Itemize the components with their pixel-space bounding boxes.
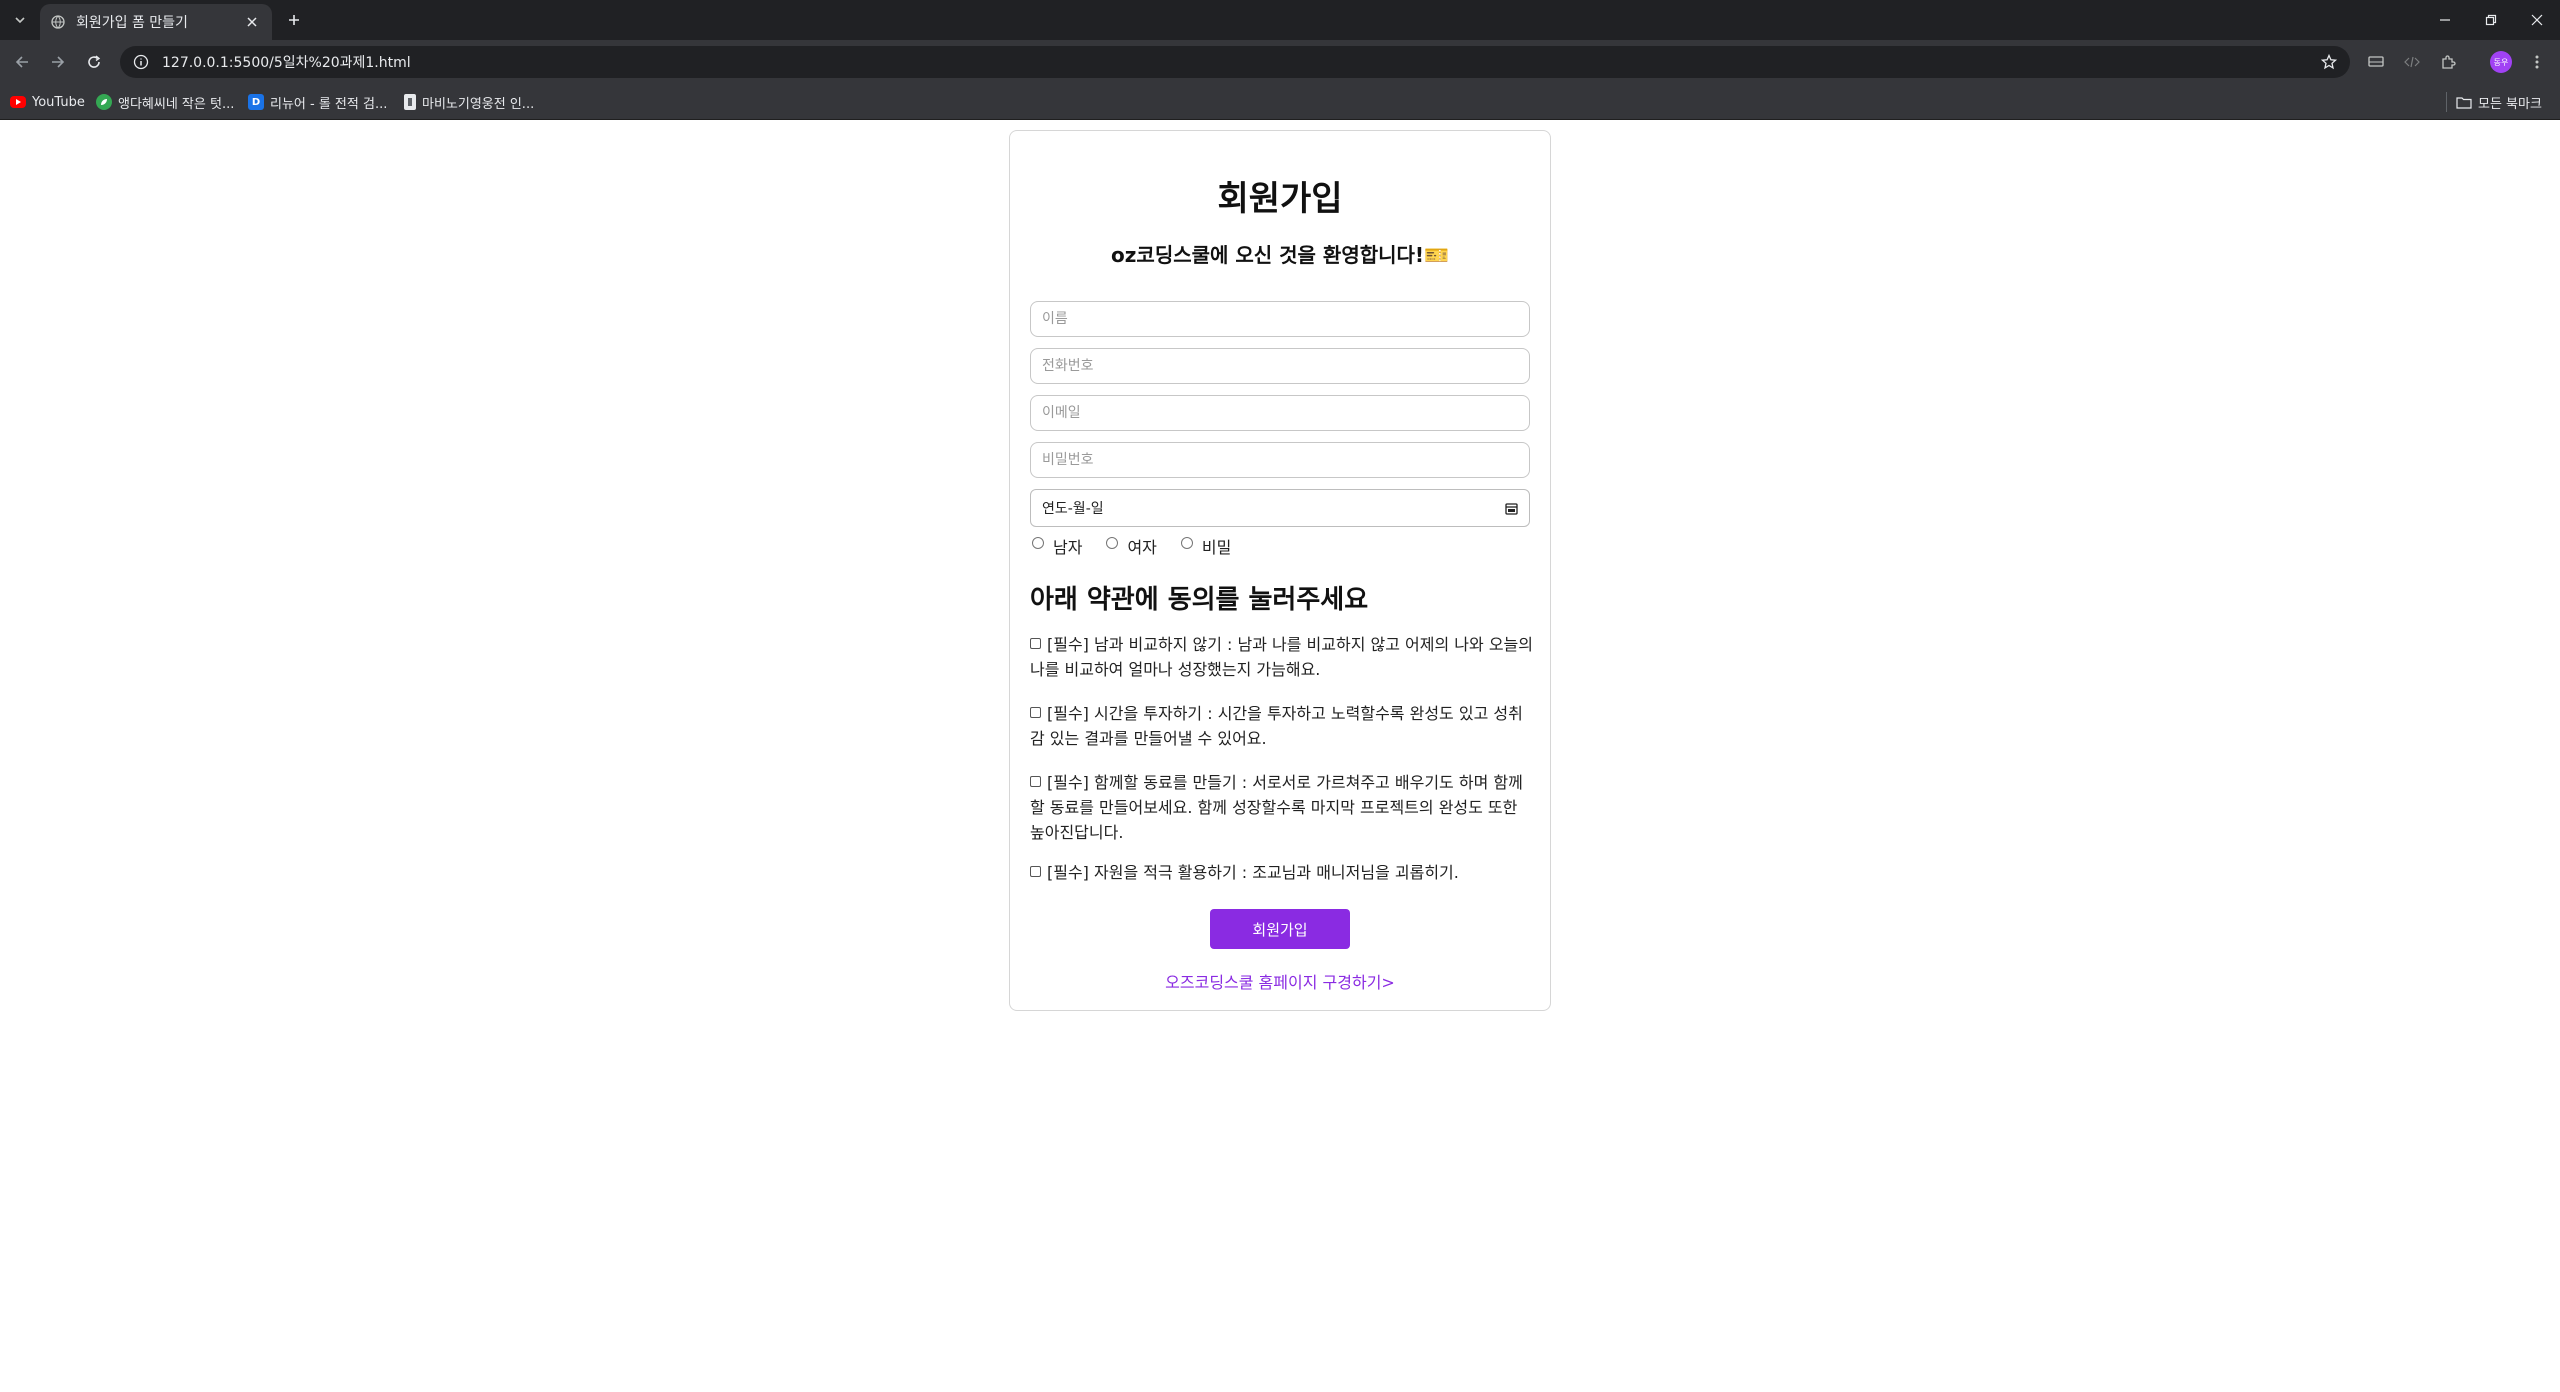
close-window-icon[interactable] — [2514, 4, 2560, 36]
profile-avatar[interactable]: 동우 — [2490, 51, 2512, 73]
site-info-icon[interactable] — [132, 53, 150, 71]
youtube-icon — [10, 96, 26, 108]
d-letter-icon: D — [248, 94, 264, 110]
menu-kebab-icon[interactable] — [2525, 50, 2549, 74]
date-placeholder: 연도-월-일 — [1042, 501, 1104, 517]
term-item: [필수] 시간을 투자하기 : 시간을 투자하고 노력할수록 완성도 있고 성취… — [1030, 701, 1535, 751]
browser-toolbar: 127.0.0.1:5500/5일차%20과제1.html — [0, 40, 2560, 84]
term-item: [필수] 함께할 동료를 만들기 : 서로서로 가르쳐주고 배우기도 하며 함께… — [1030, 770, 1535, 845]
bookmark-label: 리뉴어 - 롤 전적 검... — [270, 96, 388, 112]
globe-icon — [50, 14, 66, 30]
name-input[interactable] — [1030, 301, 1530, 337]
terms-heading: 아래 약관에 동의를 눌러주세요 — [1030, 585, 1369, 615]
gender-radio-male[interactable] — [1032, 537, 1044, 549]
bookmark-page-icon — [404, 94, 416, 110]
term-text: [필수] 시간을 투자하기 : 시간을 투자하고 노력할수록 완성도 있고 성취… — [1030, 704, 1523, 748]
minimize-icon[interactable] — [2422, 4, 2468, 36]
gender-radio-group: 남자 여자 비밀 — [1032, 535, 1255, 557]
all-bookmarks[interactable]: 모든 북마크 — [2456, 92, 2542, 112]
gender-label: 여자 — [1127, 538, 1157, 557]
bookmarks-divider — [2446, 92, 2447, 112]
bookmark-label: YouTube — [32, 94, 85, 110]
all-bookmarks-label: 모든 북마크 — [2478, 96, 2542, 112]
birthdate-input[interactable]: 연도-월-일 — [1030, 489, 1530, 527]
gender-radio-female[interactable] — [1106, 537, 1119, 549]
gender-radio-secret[interactable] — [1180, 537, 1193, 549]
tab-title: 회원가입 폼 만들기 — [76, 15, 188, 31]
term-text: [필수] 자원을 적극 활용하기 : 조교님과 매니저님을 괴롭히기. — [1047, 863, 1459, 882]
folder-icon — [2456, 95, 2472, 109]
tab-search-chevron-icon[interactable] — [6, 8, 34, 32]
phone-input[interactable] — [1030, 348, 1530, 384]
signup-form-card: 회원가입 oz코딩스쿨에 오신 것을 환영합니다!🎫 연도-월-일 남자 여자 … — [1009, 130, 1551, 1011]
term-checkbox[interactable] — [1030, 776, 1041, 787]
url-text[interactable]: 127.0.0.1:5500/5일차%20과제1.html — [162, 52, 411, 72]
gender-label: 비밀 — [1201, 538, 1232, 557]
tab-strip: 회원가입 폼 만들기 — [0, 0, 2560, 40]
leaf-icon — [96, 94, 112, 110]
bookmark-label: 앵다혜씨네 작은 텃... — [118, 96, 235, 112]
page-title: 회원가입 — [1217, 179, 1343, 219]
bookmark-garden[interactable]: 앵다혜씨네 작은 텃... — [96, 92, 234, 112]
term-checkbox[interactable] — [1030, 707, 1041, 718]
term-item: [필수] 남과 비교하지 않기 : 남과 나를 비교하지 않고 어제의 나와 오… — [1030, 632, 1535, 682]
term-text: [필수] 함께할 동료를 만들기 : 서로서로 가르쳐주고 배우기도 하며 함께… — [1030, 773, 1523, 842]
bookmark-mabinogi[interactable]: 마비노기영웅전 인... — [404, 92, 534, 112]
forward-arrow-icon[interactable] — [44, 48, 72, 76]
tab-close-icon[interactable] — [242, 12, 262, 32]
address-bar[interactable]: 127.0.0.1:5500/5일차%20과제1.html — [120, 46, 2350, 78]
reload-icon[interactable] — [80, 48, 108, 76]
extensions-puzzle-icon[interactable] — [2436, 50, 2460, 74]
active-tab[interactable]: 회원가입 폼 만들기 — [40, 4, 272, 40]
calendar-icon[interactable] — [1504, 501, 1518, 515]
bookmark-label: 마비노기영웅전 인... — [422, 96, 535, 112]
welcome-subtitle: oz코딩스쿨에 오신 것을 환영합니다!🎫 — [1111, 243, 1449, 267]
bookmark-lol-stats[interactable]: D 리뉴어 - 롤 전적 검... — [248, 92, 387, 112]
bookmarks-bar: YouTube 앵다혜씨네 작은 텃... D 리뉴어 - 롤 전적 검... … — [0, 84, 2560, 120]
code-extension-icon[interactable] — [2400, 50, 2424, 74]
bookmark-youtube[interactable]: YouTube — [10, 92, 85, 112]
term-item: [필수] 자원을 적극 활용하기 : 조교님과 매니저님을 괴롭히기. — [1030, 860, 1535, 885]
password-input[interactable] — [1030, 442, 1530, 478]
term-checkbox[interactable] — [1030, 866, 1041, 877]
back-arrow-icon[interactable] — [8, 48, 36, 76]
term-checkbox[interactable] — [1030, 638, 1041, 649]
term-text: [필수] 남과 비교하지 않기 : 남과 나를 비교하지 않고 어제의 나와 오… — [1030, 635, 1533, 679]
homepage-link[interactable]: 오즈코딩스쿨 홈페이지 구경하기> — [1010, 969, 1550, 993]
signup-submit-button[interactable]: 회원가입 — [1210, 909, 1350, 949]
restore-icon[interactable] — [2468, 4, 2514, 36]
gender-label: 남자 — [1053, 538, 1083, 557]
media-router-icon[interactable] — [2364, 50, 2388, 74]
new-tab-plus-icon[interactable] — [280, 8, 308, 32]
bookmark-star-icon[interactable] — [2320, 53, 2338, 71]
email-input[interactable] — [1030, 395, 1530, 431]
